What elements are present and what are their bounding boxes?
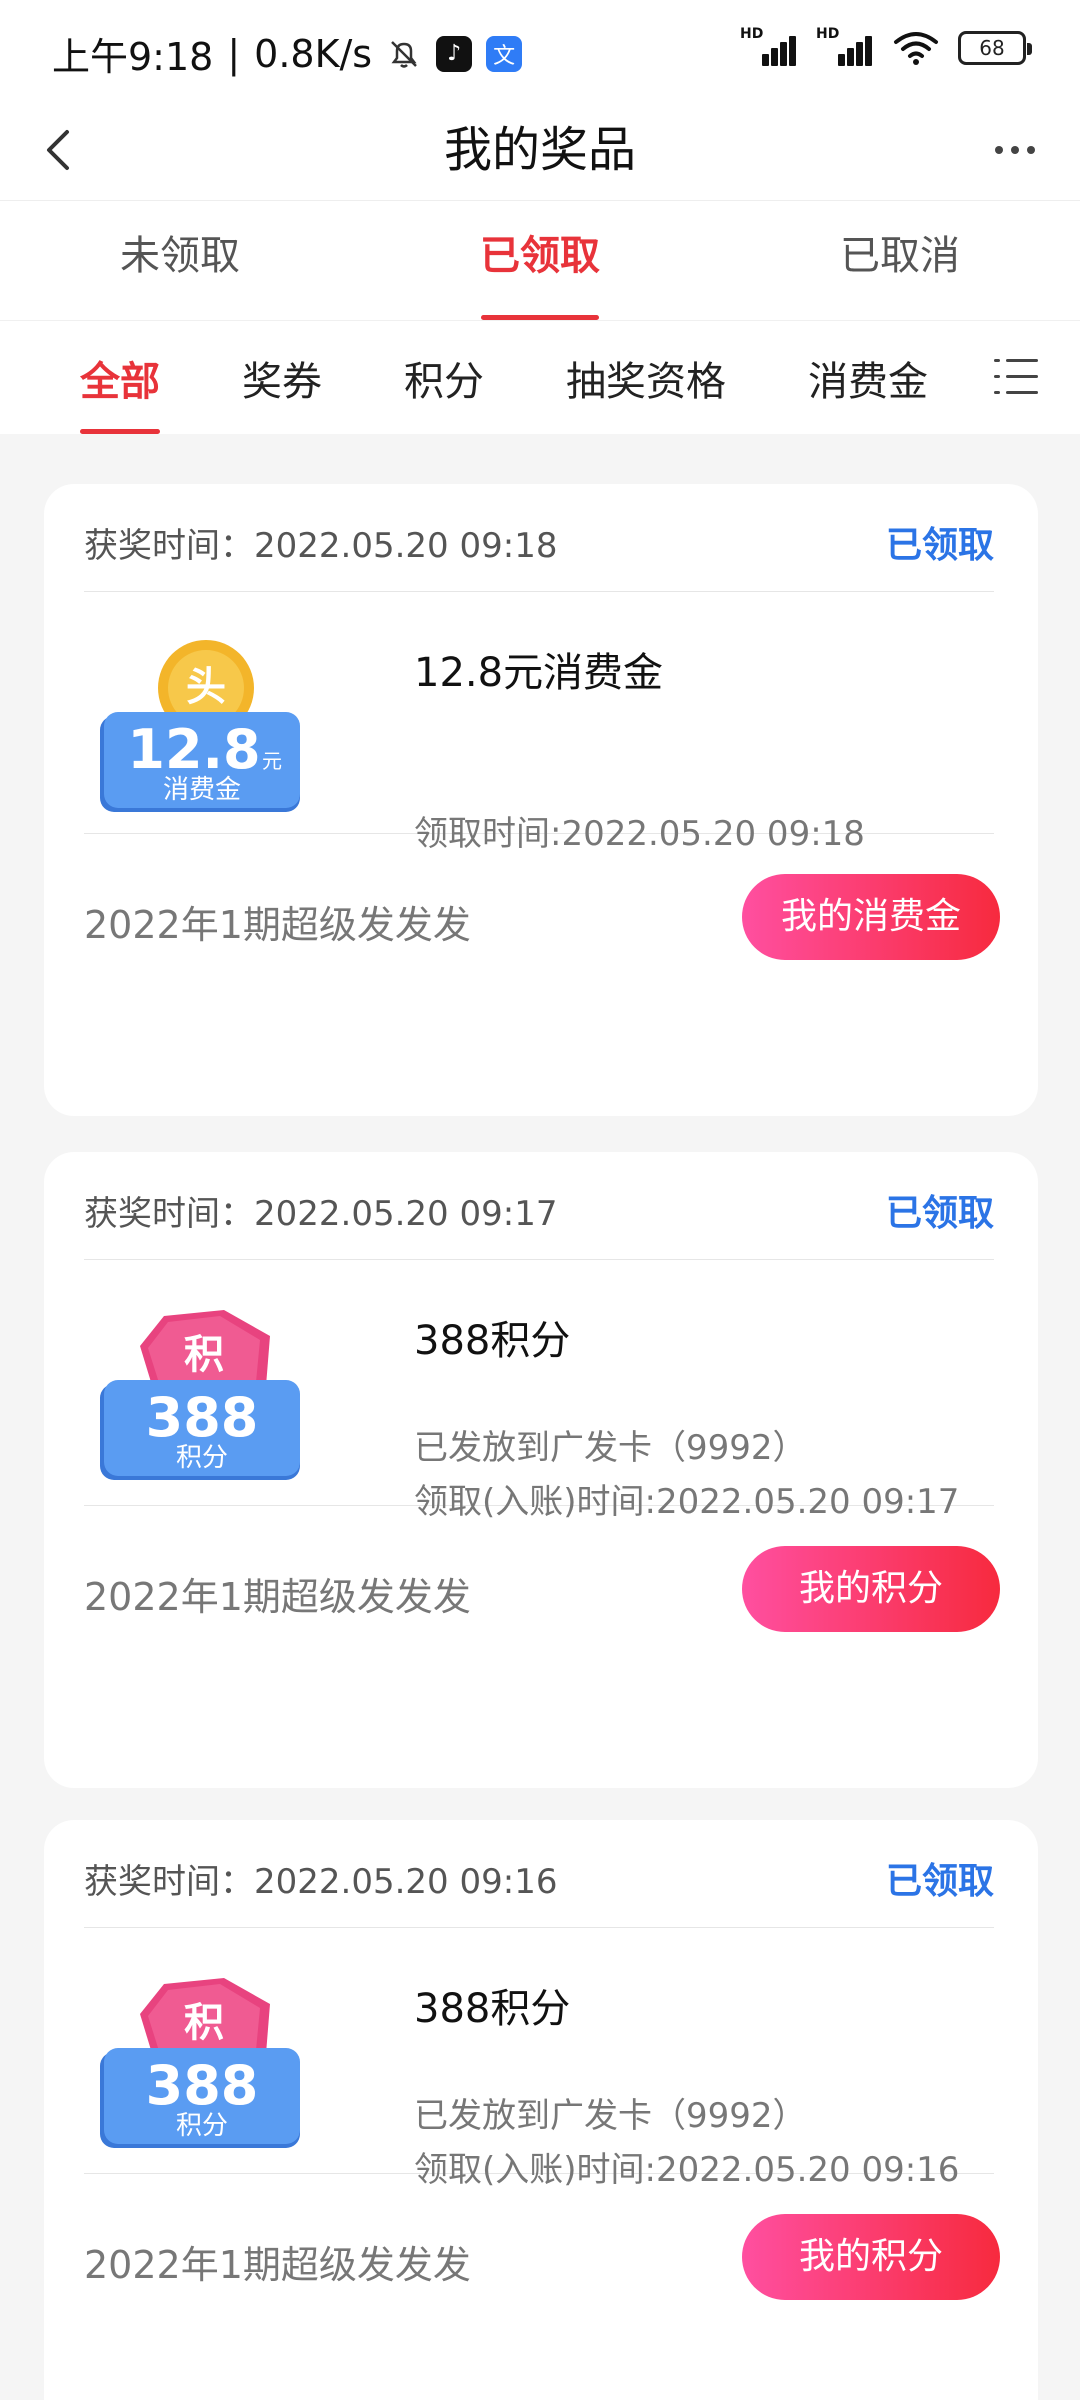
prize-detail: 已发放到广发卡（9992） <box>414 1428 807 1468</box>
status-bar: 上午9:18 | 0.8K/s ♪ 文 HD HD 68 <box>0 0 1080 100</box>
status-badge: 已领取 <box>885 1861 994 1902</box>
status-badge: 已领取 <box>885 1193 994 1234</box>
category-tabs: 全部 奖券 积分 抽奖资格 消费金 <box>0 320 1080 434</box>
svg-text:积: 积 <box>184 2000 224 2046</box>
app-header: 我的奖品 <box>0 100 1080 200</box>
svg-text:元: 元 <box>262 749 282 773</box>
more-button[interactable] <box>980 122 1050 178</box>
category-tab-all[interactable]: 全部 <box>80 349 160 407</box>
category-tab-consumption-gold[interactable]: 消费金 <box>808 349 928 407</box>
active-category-indicator <box>80 429 160 434</box>
list-menu-icon[interactable] <box>994 357 1038 397</box>
svg-text:388: 388 <box>146 2054 259 2117</box>
svg-text:12.8: 12.8 <box>127 718 260 781</box>
page-title: 我的奖品 <box>443 122 636 178</box>
award-time: 获奖时间：2022.05.20 09:17 <box>84 1194 558 1234</box>
signal-icon: HD <box>816 26 874 66</box>
battery-icon: 68 <box>958 31 1032 65</box>
consumption-gold-prize-image: 头 12.8 元 消费金 <box>94 638 304 818</box>
svg-text:头: 头 <box>186 664 226 710</box>
svg-text:积分: 积分 <box>176 2111 228 2141</box>
prize-name: 388积分 <box>414 1318 571 1364</box>
campaign-name: 2022年1期超级发发发 <box>84 2243 471 2287</box>
signal-icon: HD <box>740 26 798 66</box>
campaign-name: 2022年1期超级发发发 <box>84 1575 471 1619</box>
points-prize-image: 积 388 积分 <box>94 1306 304 1486</box>
category-tab-coupons[interactable]: 奖券 <box>242 349 322 407</box>
prize-detail: 已发放到广发卡（9992） <box>414 2096 807 2136</box>
prize-card: 获奖时间：2022.05.20 09:17 已领取 积 388 积分 388积分… <box>44 1152 1038 1788</box>
svg-text:消费金: 消费金 <box>163 775 241 805</box>
svg-text:积: 积 <box>184 1332 224 1378</box>
tab-claimed[interactable]: 已领取 <box>360 201 720 320</box>
my-points-button[interactable]: 我的积分 <box>742 1546 1000 1632</box>
prize-card: 获奖时间：2022.05.20 09:18 已领取 头 12.8 元 消费金 1… <box>44 484 1038 1116</box>
my-points-button[interactable]: 我的积分 <box>742 2214 1000 2300</box>
category-tab-points[interactable]: 积分 <box>404 349 484 407</box>
svg-text:388: 388 <box>146 1386 259 1449</box>
my-consumption-gold-button[interactable]: 我的消费金 <box>742 874 1000 960</box>
points-prize-image: 积 388 积分 <box>94 1974 304 2154</box>
tab-cancelled[interactable]: 已取消 <box>720 201 1080 320</box>
network-speed: 0.8K/s <box>254 31 373 76</box>
mute-bell-icon <box>386 36 422 72</box>
prize-name: 12.8元消费金 <box>414 650 664 696</box>
prize-card: 获奖时间：2022.05.20 09:16 已领取 积 388 积分 388积分… <box>44 1820 1038 2400</box>
tiktok-icon: ♪ <box>436 35 473 72</box>
award-time: 获奖时间：2022.05.20 09:18 <box>84 526 558 566</box>
status-time: 上午9:18 <box>52 35 214 79</box>
campaign-name: 2022年1期超级发发发 <box>84 903 471 947</box>
wifi-icon <box>892 30 940 66</box>
svg-text:积分: 积分 <box>176 1443 228 1473</box>
status-divider: | <box>227 31 241 76</box>
status-badge: 已领取 <box>885 525 994 566</box>
translate-icon: 文 <box>486 35 523 72</box>
tab-unclaimed[interactable]: 未领取 <box>0 201 360 320</box>
award-time: 获奖时间：2022.05.20 09:16 <box>84 1862 558 1902</box>
status-tabs: 未领取 已领取 已取消 <box>0 200 1080 320</box>
prize-name: 388积分 <box>414 1986 571 2032</box>
category-tab-lottery[interactable]: 抽奖资格 <box>566 349 726 407</box>
more-icon <box>995 146 1003 154</box>
